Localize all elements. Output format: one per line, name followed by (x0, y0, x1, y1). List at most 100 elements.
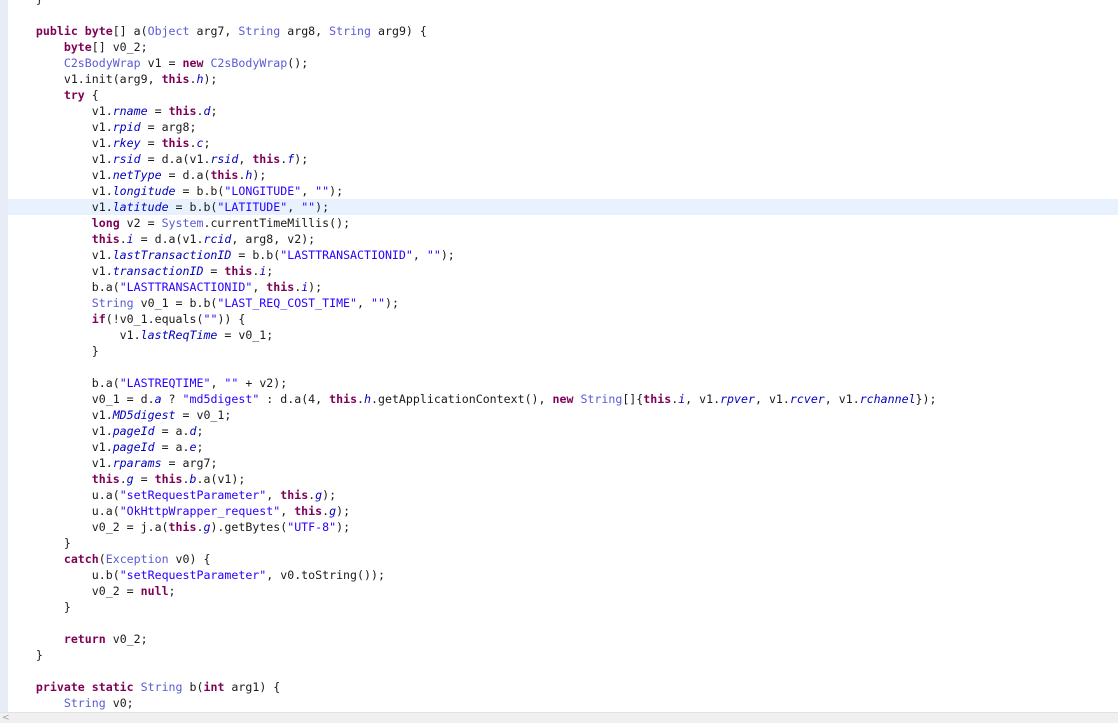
code-token: "setRequestParameter" (119, 488, 267, 502)
code-line[interactable]: v0_2 = j.a(this.g).getBytes("UTF-8"); (8, 519, 1118, 535)
code-line[interactable]: u.a("OkHttpWrapper_request", this.g); (8, 503, 1118, 519)
code-token: ? (161, 392, 183, 406)
code-line[interactable]: } (8, 0, 1118, 7)
code-token: ); (315, 200, 330, 214)
code-token: ); (329, 184, 344, 198)
scroll-left-arrow-icon[interactable]: < (2, 713, 10, 723)
code-token: b.a( (8, 376, 120, 390)
code-line[interactable]: private static String b(int arg1) { (8, 679, 1118, 695)
code-token: "UTF-8" (287, 520, 337, 534)
code-token: rkey (112, 136, 141, 150)
code-token: pageId (112, 424, 155, 438)
code-line[interactable]: v1.longitude = b.b("LONGITUDE", ""); (8, 183, 1118, 199)
code-token: private static (35, 680, 134, 694)
code-token: ); (294, 152, 309, 166)
code-line[interactable]: this.i = d.a(v1.rcid, arg8, v2); (8, 231, 1118, 247)
code-line[interactable]: u.b("setRequestParameter", v0.toString()… (8, 567, 1118, 583)
code-line[interactable]: v1.init(arg9, this.h); (8, 71, 1118, 87)
code-token: this (252, 152, 281, 166)
code-token: b.a( (8, 280, 120, 294)
code-token: ); (336, 520, 351, 534)
code-token: this (161, 136, 190, 150)
code-line[interactable]: v1.rsid = d.a(v1.rsid, this.f); (8, 151, 1118, 167)
code-token: . (119, 472, 127, 486)
code-line[interactable]: long v2 = System.currentTimeMillis(); (8, 215, 1118, 231)
code-token: return (63, 632, 106, 646)
code-token: lastReqTime (140, 328, 218, 342)
code-line[interactable] (8, 7, 1118, 23)
code-token: ( (98, 552, 106, 566)
code-line[interactable]: u.a("setRequestParameter", this.g); (8, 487, 1118, 503)
code-token: .getApplicationContext(), (371, 392, 553, 406)
code-token: } (8, 0, 43, 6)
code-token: )) { (217, 312, 246, 326)
code-token: this (91, 472, 120, 486)
code-line[interactable]: b.a("LASTREQTIME", "" + v2); (8, 375, 1118, 391)
code-token: this (280, 488, 309, 502)
code-token: "LASTTRANSACTIONID" (119, 280, 253, 294)
code-line[interactable] (8, 615, 1118, 631)
code-token: = a. (154, 424, 190, 438)
code-line[interactable]: v1.rname = this.d; (8, 103, 1118, 119)
code-line[interactable]: } (8, 599, 1118, 615)
code-line[interactable]: return v0_2; (8, 631, 1118, 647)
code-line[interactable]: try { (8, 87, 1118, 103)
code-editor[interactable]: } public byte[] a(Object arg7, String ar… (0, 0, 1118, 723)
code-token: v1. (8, 264, 113, 278)
code-token: arg8, (280, 24, 330, 38)
code-line[interactable] (8, 359, 1118, 375)
code-token: long (91, 216, 120, 230)
code-line[interactable]: } (8, 535, 1118, 551)
code-line[interactable]: v0_1 = d.a ? "md5digest" : d.a(4, this.h… (8, 391, 1118, 407)
code-token: : d.a(4, (259, 392, 330, 406)
code-line[interactable]: v1.lastReqTime = v0_1; (8, 327, 1118, 343)
code-token: "LASTTRANSACTIONID" (280, 248, 413, 262)
code-line[interactable]: v1.netType = d.a(this.h); (8, 167, 1118, 183)
code-line[interactable] (8, 663, 1118, 679)
code-line[interactable]: public byte[] a(Object arg7, String arg8… (8, 23, 1118, 39)
code-token: = b.b( (168, 200, 218, 214)
code-line[interactable]: v0_2 = null; (8, 583, 1118, 599)
code-token: v1 = (140, 56, 183, 70)
code-token: rcver (789, 392, 825, 406)
code-token: v0_2 = (8, 584, 141, 598)
code-line[interactable]: } (8, 343, 1118, 359)
code-line[interactable]: this.g = this.b.a(v1); (8, 471, 1118, 487)
code-line[interactable]: String v0_1 = b.b("LAST_REQ_COST_TIME", … (8, 295, 1118, 311)
code-line[interactable]: byte[] v0_2; (8, 39, 1118, 55)
code-token: = b.b( (175, 184, 225, 198)
code-line-current[interactable]: v1.latitude = b.b("LATITUDE", ""); (8, 199, 1118, 215)
code-line[interactable]: catch(Exception v0) { (8, 551, 1118, 567)
code-token: = (140, 136, 162, 150)
code-area[interactable]: } public byte[] a(Object arg7, String ar… (8, 0, 1118, 711)
code-line[interactable]: if(!v0_1.equals("")) { (8, 311, 1118, 327)
code-token: arg9) { (371, 24, 427, 38)
code-line[interactable]: C2sBodyWrap v1 = new C2sBodyWrap(); (8, 55, 1118, 71)
code-token: null (140, 584, 169, 598)
code-token: ); (308, 280, 323, 294)
code-line[interactable]: } (8, 647, 1118, 663)
code-token: String (580, 392, 623, 406)
code-line[interactable]: String v0; (8, 695, 1118, 711)
code-token: (!v0_1.equals( (105, 312, 204, 326)
code-token: this (224, 264, 253, 278)
code-token: ; (168, 584, 176, 598)
code-line[interactable]: v1.transactionID = this.i; (8, 263, 1118, 279)
code-token: "setRequestParameter" (119, 568, 267, 582)
code-line[interactable]: v1.rkey = this.c; (8, 135, 1118, 151)
code-line[interactable]: v1.rparams = arg7; (8, 455, 1118, 471)
code-token: C2sBodyWrap (63, 56, 141, 70)
horizontal-scrollbar[interactable]: < (0, 712, 1118, 723)
code-line[interactable]: v1.pageId = a.d; (8, 423, 1118, 439)
code-token: Exception (105, 552, 169, 566)
code-line[interactable]: v1.rpid = arg8; (8, 119, 1118, 135)
code-token: this (329, 392, 358, 406)
code-token: v0_2; (105, 632, 148, 646)
code-line[interactable]: v1.pageId = a.e; (8, 439, 1118, 455)
code-token: v1. (8, 408, 113, 422)
code-line[interactable]: v1.MD5digest = v0_1; (8, 407, 1118, 423)
code-line[interactable]: b.a("LASTTRANSACTIONID", this.i); (8, 279, 1118, 295)
code-line[interactable]: v1.lastTransactionID = b.b("LASTTRANSACT… (8, 247, 1118, 263)
